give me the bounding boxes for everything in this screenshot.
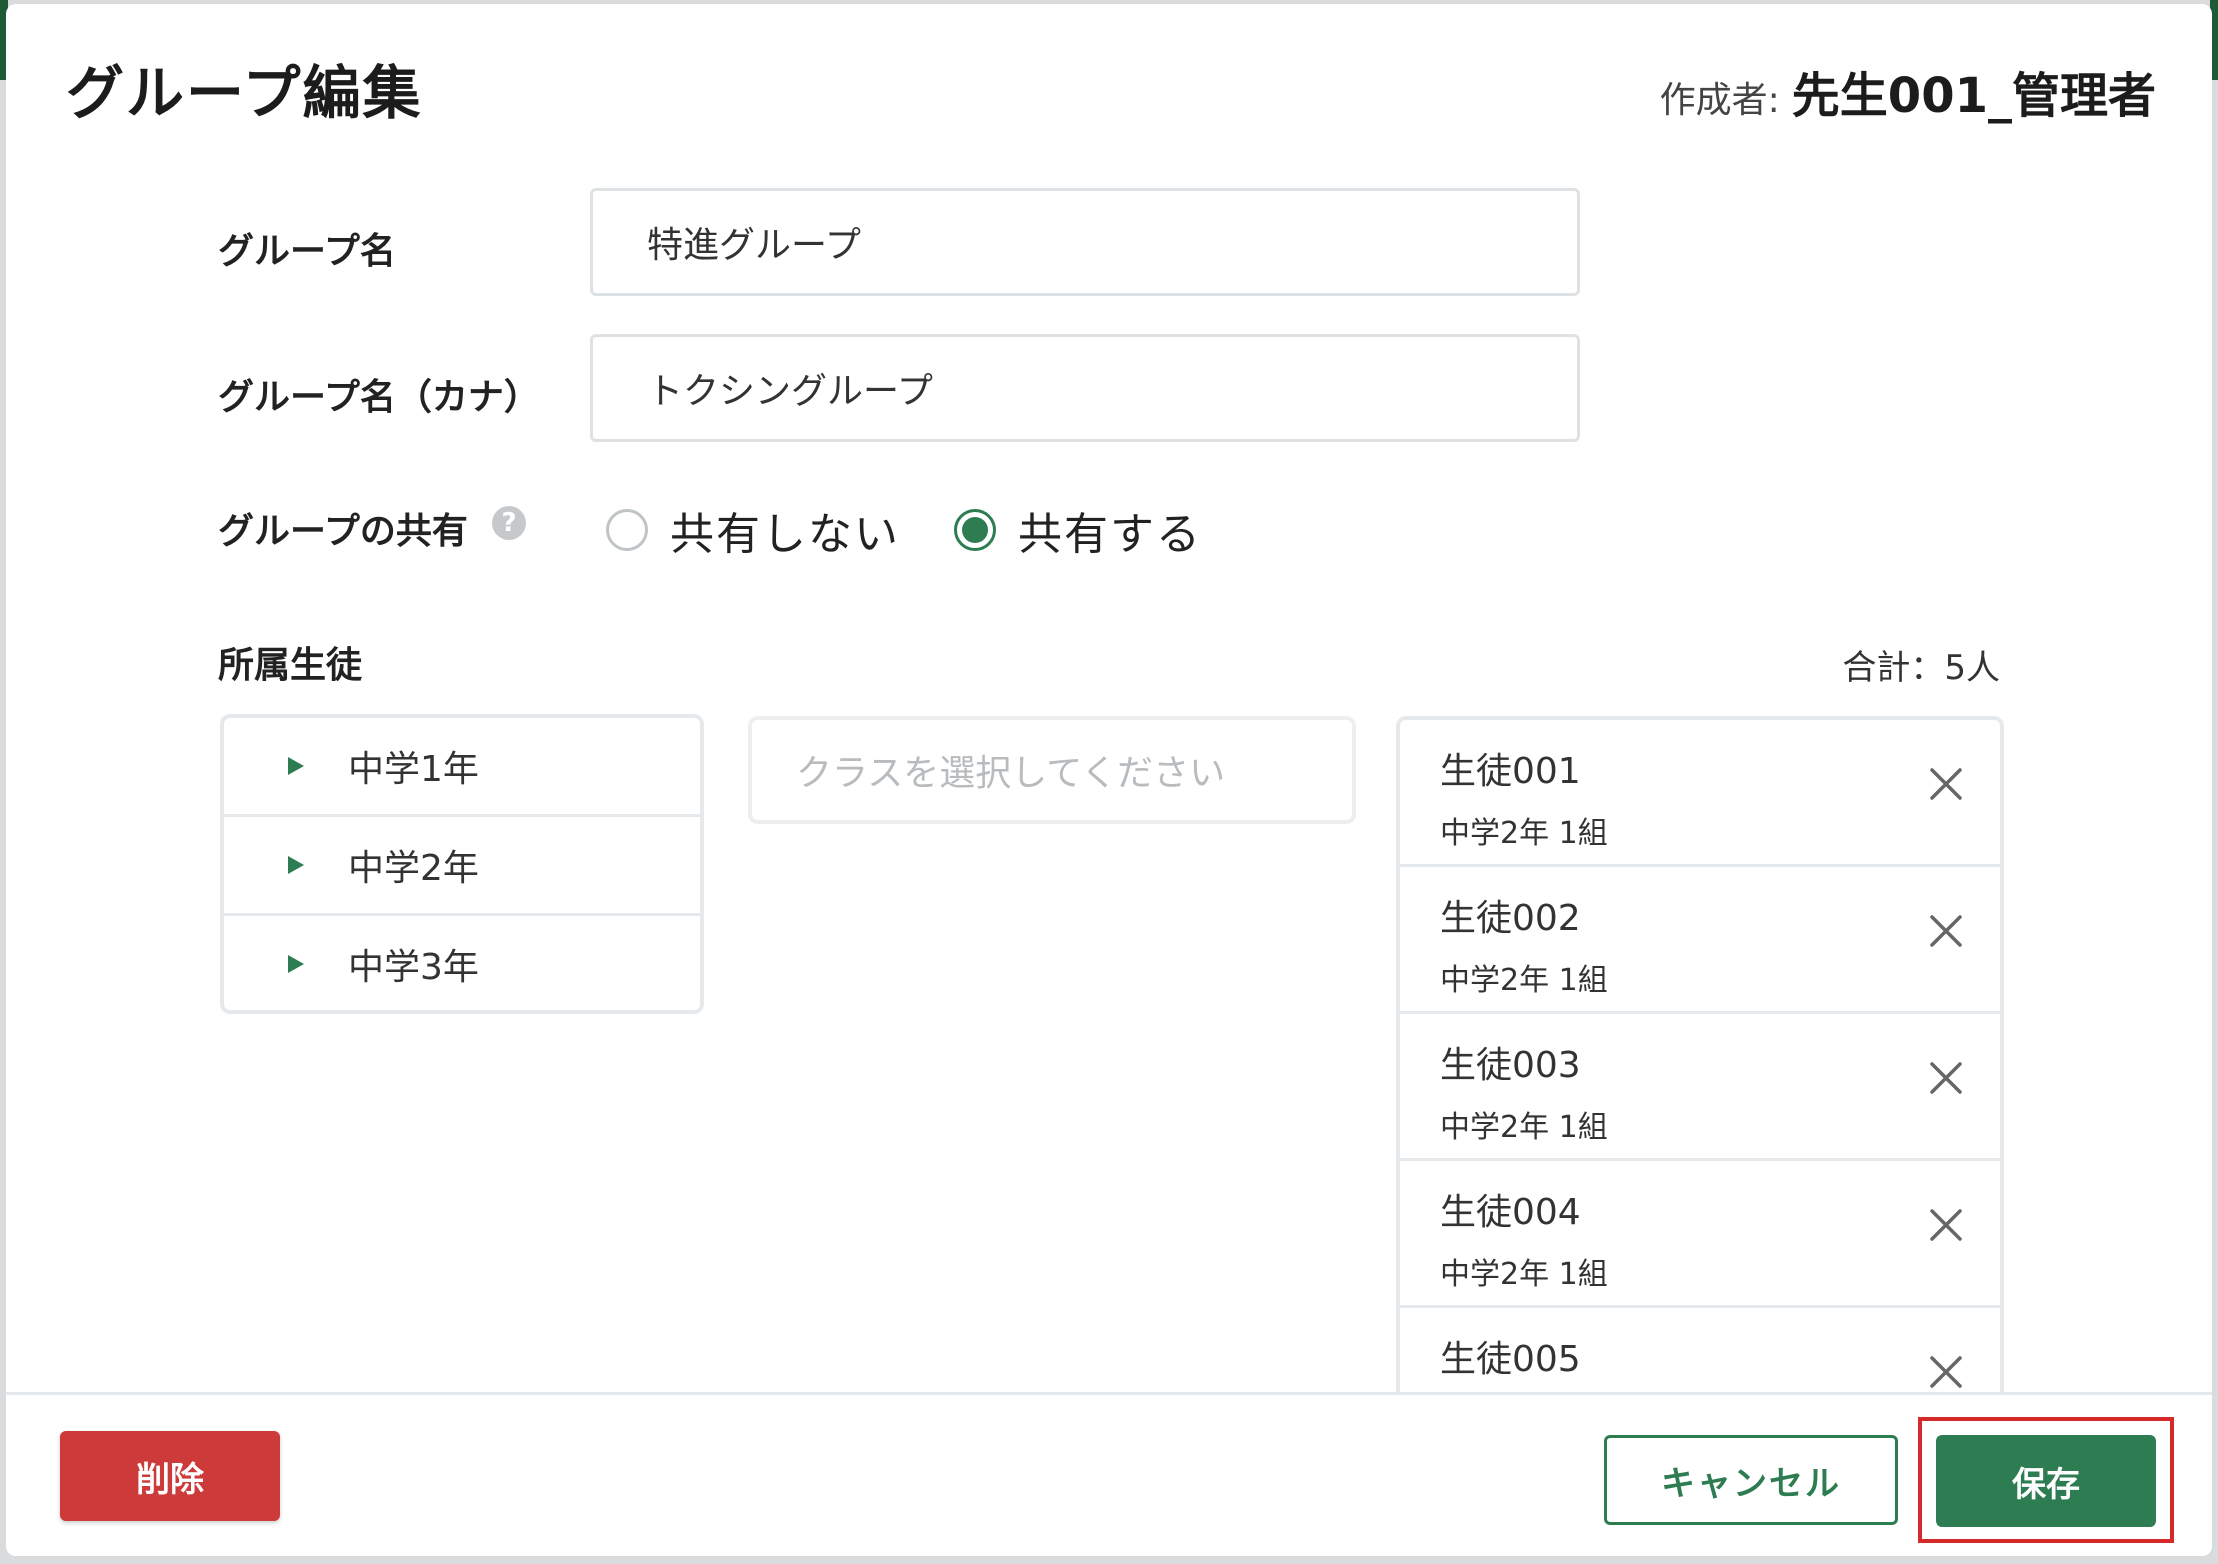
group-name-input[interactable]	[590, 188, 1580, 296]
caret-right-icon	[288, 856, 304, 874]
list-item: 生徒003 中学2年 1組	[1400, 1014, 2000, 1161]
close-icon[interactable]	[1926, 1205, 1966, 1245]
list-item: 生徒004 中学2年 1組	[1400, 1161, 2000, 1308]
author-name: 先生001_管理者	[1791, 68, 2156, 124]
group-name-label: グループ名	[218, 231, 396, 272]
radio-label-no-share: 共有しない	[670, 509, 900, 560]
author-info: 作成者: 先生001_管理者	[1660, 56, 2156, 126]
class-select-box[interactable]: クラスを選択してください	[748, 716, 1356, 824]
radio-button-no-share[interactable]	[606, 509, 648, 551]
list-item: 生徒001 中学2年 1組	[1400, 720, 2000, 867]
sharing-label: グループの共有	[218, 511, 468, 552]
list-item: 生徒002 中学2年 1組	[1400, 867, 2000, 1014]
group-kana-label: グループ名（カナ）	[218, 377, 540, 418]
student-name: 生徒003	[1440, 1045, 1581, 1086]
author-label: 作成者:	[1659, 80, 1780, 121]
radio-option-no-share[interactable]: 共有しない	[606, 498, 900, 562]
student-name: 生徒001	[1440, 751, 1581, 792]
close-icon[interactable]	[1926, 911, 1966, 951]
dialog-title: グループ編集	[66, 59, 423, 127]
group-kana-input[interactable]	[590, 334, 1580, 442]
radio-label-share: 共有する	[1018, 509, 1202, 560]
cancel-button[interactable]: キャンセル	[1604, 1435, 1898, 1525]
grade-tree: 中学1年 中学2年 中学3年	[220, 714, 704, 1014]
caret-right-icon	[288, 757, 304, 775]
members-label: 所属生徒	[218, 645, 363, 686]
grade-item-3[interactable]: 中学3年	[224, 916, 700, 1012]
close-icon[interactable]	[1926, 1352, 1966, 1392]
student-name: 生徒002	[1440, 898, 1581, 939]
radio-button-share[interactable]	[954, 509, 996, 551]
caret-right-icon	[288, 955, 304, 973]
grade-item-2[interactable]: 中学2年	[224, 817, 700, 916]
question-circle-icon[interactable]: ?	[492, 506, 526, 540]
group-edit-dialog: グループ編集 作成者: 先生001_管理者 グループ名 グループ名（カナ） グル…	[6, 4, 2212, 1556]
delete-button[interactable]: 削除	[60, 1431, 280, 1521]
save-button[interactable]: 保存	[1936, 1435, 2156, 1527]
student-class: 中学2年 1組	[1440, 963, 1608, 998]
close-icon[interactable]	[1926, 1058, 1966, 1098]
grade-label: 中学1年	[348, 749, 479, 790]
sharing-radio-group: 共有しない 共有する	[606, 498, 1256, 562]
grade-item-1[interactable]: 中学1年	[224, 718, 700, 817]
student-class: 中学2年 1組	[1440, 816, 1608, 851]
grade-label: 中学3年	[348, 947, 479, 988]
student-name: 生徒005	[1440, 1339, 1581, 1380]
radio-option-share[interactable]: 共有する	[954, 498, 1202, 562]
close-icon[interactable]	[1926, 764, 1966, 804]
members-total: 合計：5人	[1842, 648, 2000, 688]
dialog-footer: 削除 キャンセル 保存	[6, 1392, 2212, 1556]
student-class: 中学2年 1組	[1440, 1257, 1608, 1292]
student-class: 中学2年 1組	[1440, 1110, 1608, 1145]
list-item: 生徒005 中学2年 1組	[1400, 1308, 2000, 1396]
grade-label: 中学2年	[348, 848, 479, 889]
student-name: 生徒004	[1440, 1192, 1581, 1233]
student-list[interactable]: 生徒001 中学2年 1組 生徒002 中学2年 1組 生徒003 中学2年 1…	[1396, 716, 2004, 1396]
